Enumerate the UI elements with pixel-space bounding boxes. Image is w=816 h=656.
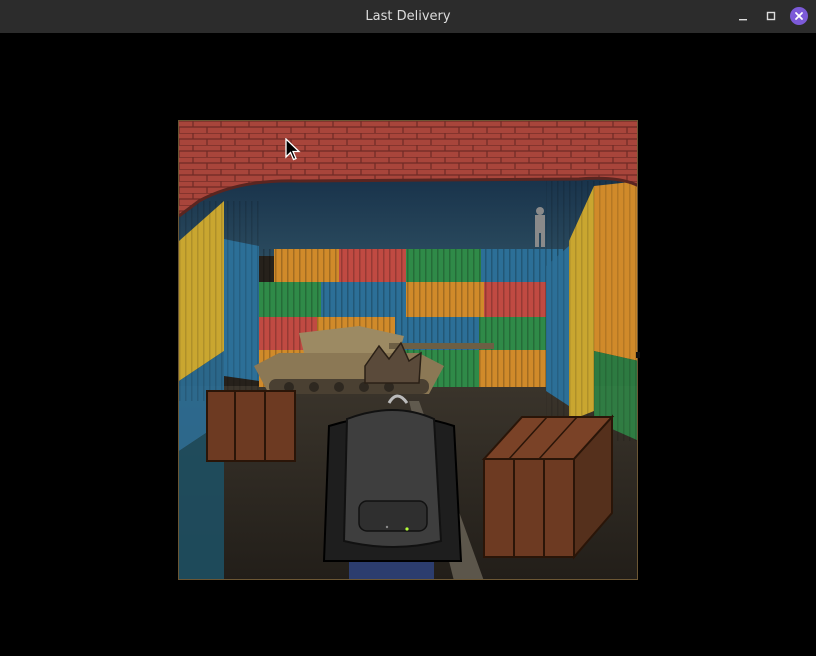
maximize-icon	[766, 11, 776, 21]
close-icon	[795, 12, 803, 20]
minimize-icon	[739, 19, 747, 21]
close-button[interactable]	[790, 7, 808, 25]
minimize-button[interactable]	[734, 7, 752, 25]
right-wall-containers	[546, 181, 637, 441]
game-scene[interactable]	[178, 120, 638, 580]
wooden-crate-right	[481, 414, 615, 560]
mouse-cursor-icon	[285, 138, 301, 161]
scene-edge-marker	[636, 352, 640, 358]
wooden-crate-left	[206, 390, 296, 462]
window-title: Last Delivery	[365, 9, 451, 24]
title-bar: Last Delivery	[0, 0, 816, 34]
maximize-button[interactable]	[762, 7, 780, 25]
